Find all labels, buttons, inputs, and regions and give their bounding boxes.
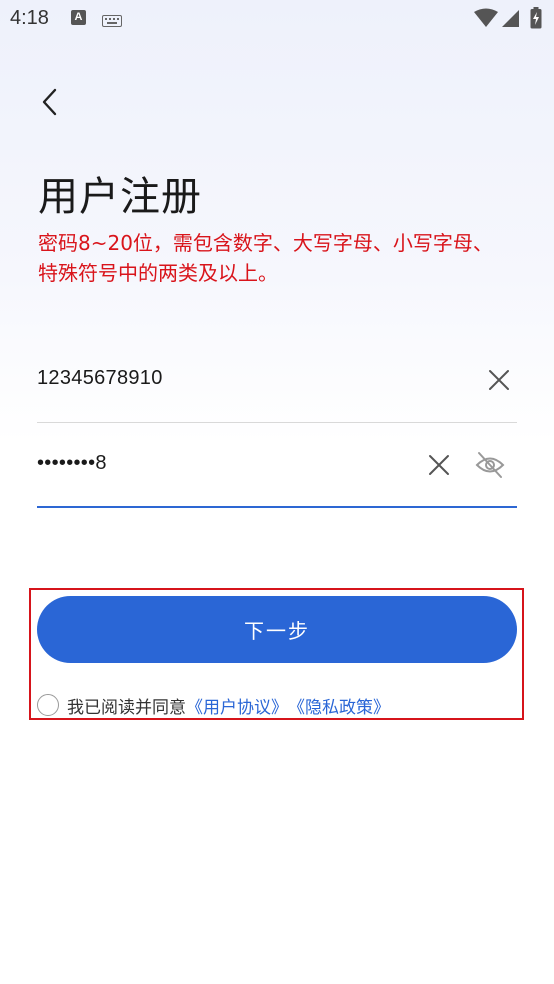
- password-hint: 密码8~20位，需包含数字、大写字母、小写字母、特殊符号中的两类及以上。: [38, 231, 493, 285]
- eye-off-icon[interactable]: [474, 450, 506, 480]
- privacy-policy-link[interactable]: 《隐私政策》: [288, 693, 390, 718]
- clear-password-icon[interactable]: [426, 452, 452, 478]
- password-field[interactable]: ••••••••8: [37, 422, 517, 508]
- chevron-left-icon: [42, 88, 57, 116]
- signal-icon: [502, 8, 520, 32]
- back-button[interactable]: [30, 82, 70, 122]
- keyboard-icon: [102, 12, 122, 31]
- keyboard-badge-icon: A: [71, 10, 86, 25]
- agreement-text: 我已阅读并同意: [67, 697, 186, 718]
- status-bar: 4:18 A: [0, 0, 554, 38]
- status-time: 4:18: [10, 7, 49, 29]
- wifi-icon: [474, 8, 498, 32]
- agreement-checkbox[interactable]: [37, 694, 59, 716]
- password-input[interactable]: ••••••••8: [37, 452, 107, 475]
- phone-input[interactable]: 12345678910: [37, 367, 163, 390]
- phone-field[interactable]: 12345678910: [37, 337, 517, 423]
- agreement-row: 我已阅读并同意 《用户协议》 《隐私政策》: [37, 693, 390, 718]
- battery-icon: [530, 7, 542, 33]
- next-button[interactable]: 下一步: [37, 596, 517, 663]
- user-agreement-link[interactable]: 《用户协议》: [186, 693, 288, 718]
- page-title: 用户注册: [38, 174, 202, 220]
- clear-phone-icon[interactable]: [486, 367, 512, 393]
